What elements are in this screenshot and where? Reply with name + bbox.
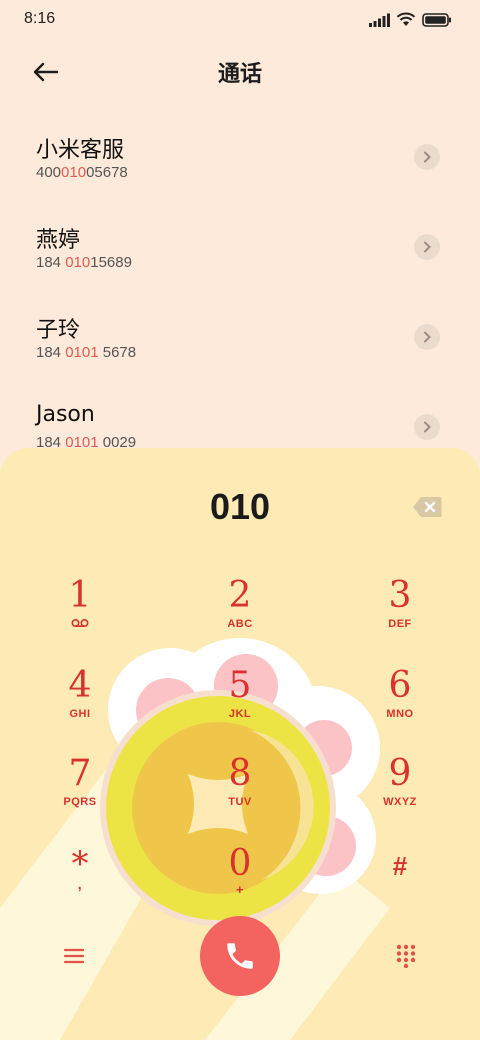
key-digit: 7 <box>68 753 92 794</box>
status-icons <box>368 12 452 27</box>
dialpad-toggle-button[interactable] <box>388 938 424 974</box>
voicemail-icon <box>25 618 135 631</box>
contact-number: 184 0101 5678 <box>36 344 137 361</box>
contact-name: 子玲 <box>36 318 81 343</box>
contact-item[interactable]: Jason 184 0101 0029 <box>0 380 480 450</box>
key-hash[interactable]: # <box>345 840 455 918</box>
key-letters: WXYZ <box>383 796 417 808</box>
key-digit: 3 <box>388 575 412 616</box>
key-letters: ABC <box>227 618 253 630</box>
contact-item[interactable]: 燕婷 184 01015689 <box>0 200 480 290</box>
key-2[interactable]: 2 ABC <box>185 572 295 650</box>
key-digit: 6 <box>388 665 412 706</box>
key-letters: JKL <box>228 708 252 720</box>
key-5[interactable]: 5 JKL <box>185 662 295 740</box>
key-digit: # <box>392 851 408 881</box>
key-letters: GHI <box>69 708 91 720</box>
key-digit: 1 <box>68 575 92 616</box>
key-digit: 5 <box>228 665 252 706</box>
key-0[interactable]: 0 + <box>185 840 295 918</box>
key-digit: 8 <box>228 753 252 794</box>
chevron-right-icon <box>424 241 431 253</box>
contact-detail-button[interactable] <box>414 324 440 350</box>
signal-icon <box>369 13 390 27</box>
contact-number: 40001005678 <box>36 164 128 181</box>
dialer-panel: 010 1 2 ABC 3 DEF 4 GHI 5 JKL 6 MNO 7 PQ… <box>0 448 480 1040</box>
phone-icon <box>227 943 253 969</box>
status-time: 8:16 <box>24 10 56 27</box>
key-8[interactable]: 8 TUV <box>185 750 295 828</box>
contact-name: 小米客服 <box>36 138 125 163</box>
key-6[interactable]: 6 MNO <box>345 662 455 740</box>
contact-item[interactable]: 子玲 184 0101 5678 <box>0 290 480 380</box>
dialer-screen: 8:16 通话 小米客服 40001005678 燕婷 184 01015689… <box>0 0 480 1040</box>
menu-button[interactable] <box>56 938 92 974</box>
contact-name: 燕婷 <box>36 228 81 253</box>
key-digit: 0 <box>228 843 252 884</box>
key-4[interactable]: 4 GHI <box>25 662 135 740</box>
key-9[interactable]: 9 WXYZ <box>345 750 455 828</box>
wifi-icon <box>396 12 416 26</box>
key-letters: , <box>77 876 83 892</box>
contact-number: 184 01015689 <box>36 254 132 271</box>
key-star[interactable]: * , <box>25 840 135 918</box>
key-letters: MNO <box>386 708 414 720</box>
chevron-right-icon <box>424 331 431 343</box>
chevron-right-icon <box>424 421 431 433</box>
dialpad-icon <box>396 944 416 968</box>
key-3[interactable]: 3 DEF <box>345 572 455 650</box>
contact-suggestions: 小米客服 40001005678 燕婷 184 01015689 子玲 184 … <box>0 110 480 450</box>
key-letters: + <box>235 882 245 897</box>
key-digit: 2 <box>228 575 252 616</box>
battery-icon <box>422 12 451 27</box>
key-digit: 4 <box>68 665 92 706</box>
header: 通话 <box>0 48 480 96</box>
key-1[interactable]: 1 <box>25 572 135 650</box>
chevron-right-icon <box>424 151 431 163</box>
status-bar: 8:16 <box>0 0 480 40</box>
backspace-icon <box>413 497 442 517</box>
backspace-button[interactable] <box>412 496 442 518</box>
contact-name: Jason <box>36 402 95 427</box>
dial-input[interactable]: 010 <box>0 486 480 528</box>
page-title: 通话 <box>217 62 262 87</box>
menu-icon <box>63 948 85 964</box>
contact-detail-button[interactable] <box>414 234 440 260</box>
call-button[interactable] <box>200 916 280 996</box>
contact-detail-button[interactable] <box>414 144 440 170</box>
key-letters: TUV <box>228 796 252 808</box>
key-digit: 9 <box>388 753 412 794</box>
key-letters: PQRS <box>63 796 97 808</box>
key-7[interactable]: 7 PQRS <box>25 750 135 828</box>
contact-item[interactable]: 小米客服 40001005678 <box>0 110 480 200</box>
contact-detail-button[interactable] <box>414 414 440 440</box>
key-letters: DEF <box>388 618 412 630</box>
